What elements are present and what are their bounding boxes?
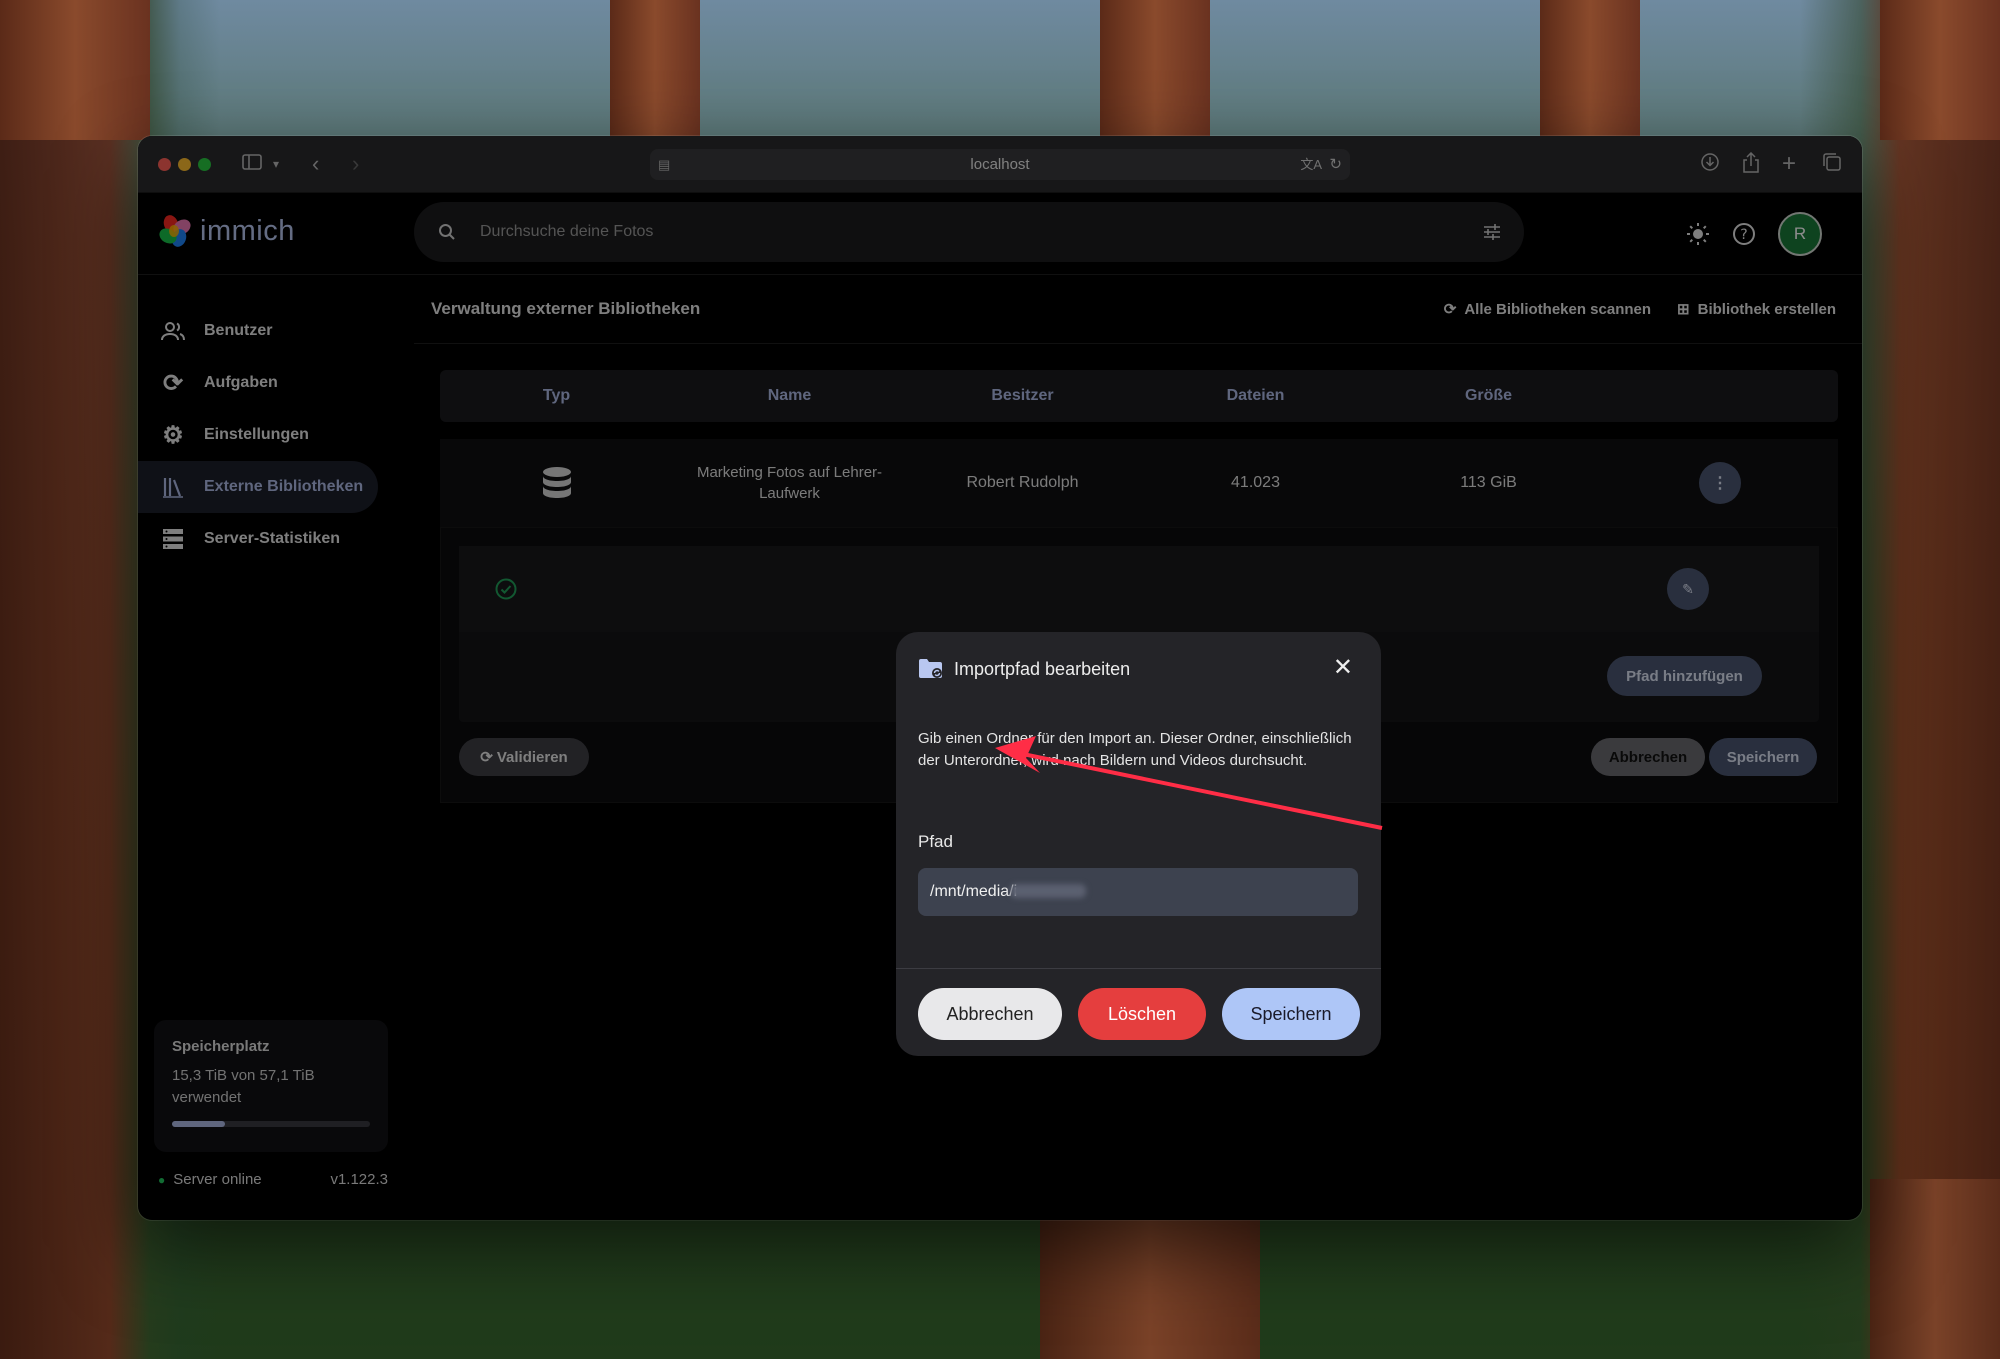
tree-trunk (1880, 0, 2000, 140)
tree-trunk (1100, 0, 1210, 140)
dialog-title: Importpfad bearbeiten (954, 658, 1131, 679)
tree-trunk (0, 0, 150, 140)
redacted-path-segment (1010, 884, 1086, 898)
dialog-delete-button[interactable]: Löschen (1078, 988, 1206, 1040)
tree-trunk (1870, 1179, 2000, 1359)
edit-import-path-dialog: Importpfad bearbeiten ✕ Gib einen Ordner… (896, 632, 1381, 1056)
browser-window: ▾ ‹ › ▤ localhost 文A ↻ + immich Durchsuc… (138, 136, 1862, 1220)
dialog-save-button[interactable]: Speichern (1222, 988, 1360, 1040)
folder-sync-icon (918, 658, 944, 680)
path-label: Pfad (918, 832, 953, 851)
tree-trunk (610, 0, 700, 140)
close-icon[interactable]: ✕ (1333, 656, 1353, 680)
dialog-divider (896, 968, 1381, 969)
dialog-header: Importpfad bearbeiten (918, 658, 1130, 680)
path-input[interactable] (918, 868, 1358, 916)
dialog-cancel-button[interactable]: Abbrechen (918, 988, 1062, 1040)
tree-trunk (1540, 0, 1640, 140)
dialog-description: Gib einen Ordner für den Import an. Dies… (918, 730, 1352, 769)
